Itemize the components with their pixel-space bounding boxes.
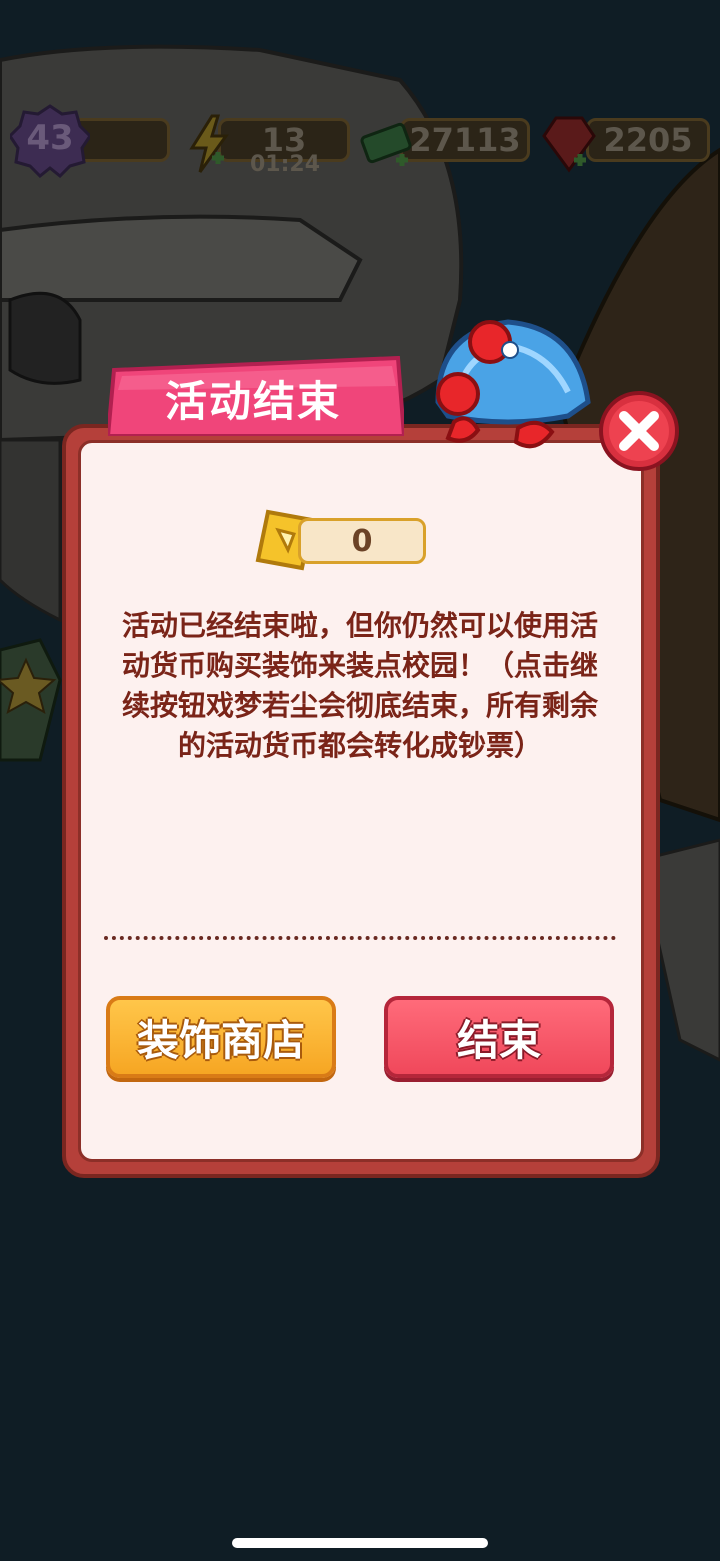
home-indicator[interactable] [232, 1538, 488, 1548]
cash-stack-icon [360, 122, 412, 166]
cash-value: 27113 [409, 121, 521, 159]
dialog-title: 活动结束 [164, 377, 341, 426]
mascot-helmet-icon [435, 319, 591, 449]
event-currency-value: 0 [351, 523, 373, 559]
level-value: 43 [26, 118, 74, 158]
gem-counter[interactable]: 2205 [586, 118, 710, 162]
end-button[interactable]: 结束 [384, 996, 614, 1078]
top-hud: 43 13 01:24 27113 2205 [0, 100, 720, 190]
red-gem-icon [542, 116, 596, 173]
energy-timer: 01:24 [250, 152, 321, 177]
gem-value: 2205 [603, 121, 693, 159]
event-currency-counter: 0 [298, 518, 426, 564]
dialog-message: 活动已经结束啦，但你仍然可以使用活动货币购买装饰来装点校园！（点击继续按钮戏梦若… [121, 609, 598, 762]
cash-counter[interactable]: 27113 [400, 118, 530, 162]
dotted-divider [104, 936, 616, 940]
close-button[interactable] [598, 390, 680, 472]
decoration-shop-button[interactable]: 装饰商店 [106, 996, 336, 1078]
lightning-icon [189, 114, 229, 173]
